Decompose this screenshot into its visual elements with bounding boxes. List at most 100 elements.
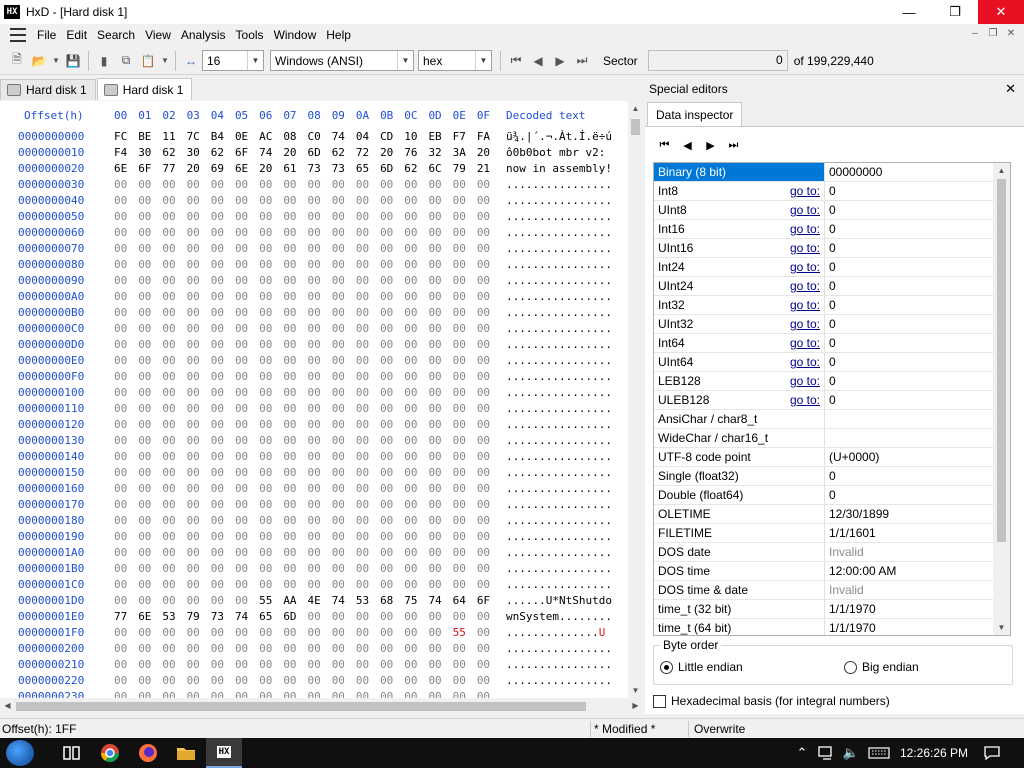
- hex-byte[interactable]: 00: [428, 418, 452, 431]
- mdi-restore-button[interactable]: ❐: [986, 27, 1000, 41]
- hex-byte[interactable]: 00: [356, 674, 380, 687]
- decoded-text[interactable]: ü¾.|´.¬.Àt.Í.ë÷ú: [506, 130, 612, 143]
- hex-byte[interactable]: 00: [138, 418, 162, 431]
- hex-byte[interactable]: 00: [380, 642, 404, 655]
- hex-byte[interactable]: 00: [138, 482, 162, 495]
- hex-byte[interactable]: 74: [259, 146, 283, 159]
- hex-byte[interactable]: 00: [332, 658, 356, 671]
- hex-byte[interactable]: 00: [356, 690, 380, 698]
- hex-byte[interactable]: 79: [453, 162, 477, 175]
- decoded-text[interactable]: ................: [506, 546, 612, 559]
- hex-byte[interactable]: 00: [114, 194, 138, 207]
- hex-byte[interactable]: 00: [259, 530, 283, 543]
- hex-byte[interactable]: 00: [404, 562, 428, 575]
- menu-window[interactable]: Window: [269, 28, 322, 42]
- hex-byte[interactable]: 00: [453, 466, 477, 479]
- hex-byte[interactable]: 00: [235, 226, 259, 239]
- hex-byte[interactable]: 00: [308, 674, 332, 687]
- hex-byte[interactable]: 00: [428, 210, 452, 223]
- hex-byte[interactable]: 00: [162, 674, 186, 687]
- inspector-row[interactable]: UInt64 go to: 0: [654, 353, 994, 372]
- hex-byte[interactable]: 00: [308, 514, 332, 527]
- goto-link[interactable]: go to:: [790, 353, 820, 371]
- hex-byte[interactable]: 00: [187, 258, 211, 271]
- hex-byte[interactable]: 00: [332, 514, 356, 527]
- menu-help[interactable]: Help: [321, 28, 356, 42]
- hex-byte[interactable]: 00: [453, 674, 477, 687]
- inspector-row[interactable]: UInt8 go to: 0: [654, 201, 994, 220]
- hex-byte[interactable]: 00: [477, 578, 501, 591]
- hex-byte[interactable]: 00: [428, 578, 452, 591]
- hex-byte[interactable]: 00: [114, 626, 138, 639]
- hex-byte[interactable]: 00: [283, 466, 307, 479]
- hex-byte[interactable]: 00: [404, 290, 428, 303]
- hex-basis-checkbox[interactable]: Hexadecimal basis (for integral numbers): [653, 694, 890, 708]
- charset-select[interactable]: Windows (ANSI) ▼: [270, 50, 414, 71]
- hex-byte[interactable]: 00: [404, 450, 428, 463]
- network-icon[interactable]: [816, 738, 838, 768]
- hex-byte[interactable]: 00: [332, 226, 356, 239]
- chevron-up-icon[interactable]: ⌃: [792, 738, 812, 768]
- hex-byte[interactable]: 00: [138, 562, 162, 575]
- hex-byte[interactable]: 00: [428, 674, 452, 687]
- hex-byte[interactable]: 00: [211, 514, 235, 527]
- hex-byte[interactable]: 00: [404, 354, 428, 367]
- tab-data-inspector[interactable]: Data inspector: [647, 102, 743, 126]
- hex-byte[interactable]: 00: [138, 466, 162, 479]
- hex-byte[interactable]: 00: [162, 450, 186, 463]
- inspector-value[interactable]: 0: [825, 486, 994, 504]
- hex-byte[interactable]: 00: [114, 658, 138, 671]
- hex-byte[interactable]: 00: [428, 258, 452, 271]
- hex-byte[interactable]: 00: [235, 194, 259, 207]
- hex-byte[interactable]: 00: [453, 562, 477, 575]
- hex-byte[interactable]: 00: [114, 306, 138, 319]
- decoded-text[interactable]: ................: [506, 498, 612, 511]
- hex-byte[interactable]: AC: [259, 130, 283, 143]
- hex-byte[interactable]: 00: [187, 642, 211, 655]
- hex-byte[interactable]: 00: [380, 210, 404, 223]
- hex-byte[interactable]: 00: [162, 562, 186, 575]
- decoded-text[interactable]: ................: [506, 210, 612, 223]
- hex-byte[interactable]: 20: [187, 162, 211, 175]
- hex-byte[interactable]: 00: [356, 450, 380, 463]
- hex-byte[interactable]: 00: [187, 674, 211, 687]
- hex-byte[interactable]: 00: [356, 258, 380, 271]
- hex-byte[interactable]: 00: [114, 258, 138, 271]
- hex-byte[interactable]: 77: [114, 610, 138, 623]
- hex-byte[interactable]: 00: [283, 674, 307, 687]
- first-icon[interactable]: ⏮: [657, 137, 672, 153]
- hex-byte[interactable]: 00: [477, 226, 501, 239]
- hex-byte[interactable]: 00: [332, 386, 356, 399]
- decoded-text[interactable]: ................: [506, 482, 612, 495]
- hex-byte[interactable]: 00: [162, 642, 186, 655]
- inspector-row[interactable]: DOS time & date Invalid: [654, 581, 994, 600]
- hex-byte[interactable]: 00: [283, 562, 307, 575]
- hex-byte[interactable]: 00: [283, 290, 307, 303]
- hex-byte[interactable]: 00: [187, 306, 211, 319]
- hex-byte[interactable]: 00: [308, 466, 332, 479]
- hex-byte[interactable]: 00: [235, 274, 259, 287]
- hex-byte[interactable]: 00: [380, 674, 404, 687]
- menu-edit[interactable]: Edit: [61, 28, 92, 42]
- hex-byte[interactable]: 00: [356, 610, 380, 623]
- hex-byte[interactable]: 00: [308, 386, 332, 399]
- hex-byte[interactable]: 00: [259, 514, 283, 527]
- inspector-value[interactable]: 1/1/1970: [825, 600, 994, 618]
- hex-byte[interactable]: 00: [235, 546, 259, 559]
- decoded-text[interactable]: ................: [506, 386, 612, 399]
- hex-byte[interactable]: 00: [332, 178, 356, 191]
- hex-byte[interactable]: 00: [404, 274, 428, 287]
- hex-byte[interactable]: 00: [162, 386, 186, 399]
- hex-byte[interactable]: 00: [404, 242, 428, 255]
- hex-byte[interactable]: 00: [404, 258, 428, 271]
- hex-byte[interactable]: 00: [332, 370, 356, 383]
- hex-byte[interactable]: 00: [187, 450, 211, 463]
- hex-byte[interactable]: 00: [235, 578, 259, 591]
- hex-byte[interactable]: 00: [283, 338, 307, 351]
- hex-byte[interactable]: 00: [259, 642, 283, 655]
- hex-byte[interactable]: 00: [114, 402, 138, 415]
- inspector-value[interactable]: Invalid: [825, 581, 994, 599]
- hex-byte[interactable]: 00: [428, 498, 452, 511]
- hex-byte[interactable]: 00: [404, 514, 428, 527]
- hex-byte[interactable]: 00: [380, 530, 404, 543]
